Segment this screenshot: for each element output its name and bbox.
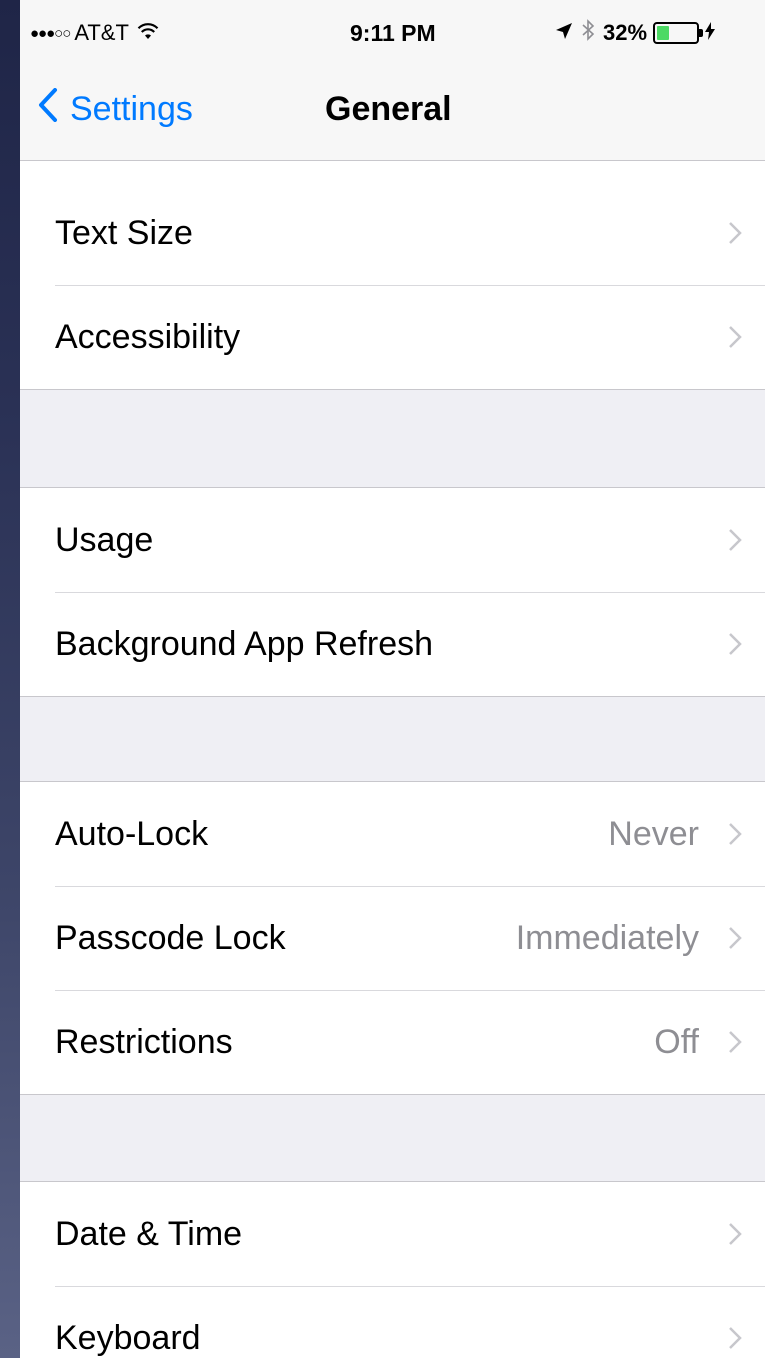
signal-dots-icon: ●●●○○ (30, 24, 71, 42)
navigation-bar: Settings General (20, 62, 765, 161)
row-text-size[interactable]: Text Size (20, 181, 765, 285)
page-title: General (325, 90, 452, 128)
row-passcode-lock[interactable]: Passcode Lock Immediately (20, 886, 765, 990)
row-label: Usage (55, 520, 154, 559)
chevron-right-icon (729, 823, 742, 845)
settings-list: Text Size Accessibility Usage Background… (20, 161, 765, 1358)
charging-bolt-icon (705, 20, 716, 46)
settings-group-datetime: Date & Time Keyboard (20, 1181, 765, 1358)
row-label: Text Size (55, 213, 193, 252)
chevron-right-icon (729, 529, 742, 551)
row-label: Accessibility (55, 317, 241, 356)
phone-screen: ●●●○○ AT&T 9:11 PM 32% Settings General … (20, 0, 765, 1358)
row-value: Off (654, 1022, 699, 1061)
settings-group-usage: Usage Background App Refresh (20, 487, 765, 697)
row-label: Restrictions (55, 1022, 233, 1061)
chevron-right-icon (729, 326, 742, 348)
partial-row (20, 161, 765, 181)
battery-icon (653, 22, 704, 44)
status-time: 9:11 PM (350, 20, 436, 46)
carrier-group: ●●●○○ AT&T (30, 20, 159, 46)
bluetooth-icon (581, 19, 595, 47)
row-background-app-refresh[interactable]: Background App Refresh (20, 592, 765, 696)
back-chevron-icon (38, 88, 58, 131)
battery-percent: 32% (603, 20, 648, 45)
chevron-right-icon (729, 1327, 742, 1349)
chevron-right-icon (729, 1031, 742, 1053)
settings-group-lock: Auto-Lock Never Passcode Lock Immediatel… (20, 781, 765, 1095)
carrier-name: AT&T (74, 20, 129, 45)
wifi-icon (137, 20, 159, 46)
back-button[interactable]: Settings (38, 88, 193, 131)
row-label: Date & Time (55, 1214, 243, 1253)
row-label: Passcode Lock (55, 918, 286, 957)
chevron-right-icon (729, 1223, 742, 1245)
battery-fill (657, 26, 670, 40)
row-label: Keyboard (55, 1318, 201, 1357)
row-auto-lock[interactable]: Auto-Lock Never (20, 782, 765, 886)
location-arrow-icon (555, 20, 573, 46)
row-value: Immediately (515, 918, 699, 957)
settings-group-display: Text Size Accessibility (20, 161, 765, 390)
chevron-right-icon (729, 927, 742, 949)
row-value: Never (608, 814, 699, 853)
row-label: Background App Refresh (55, 624, 434, 663)
chevron-right-icon (729, 222, 742, 244)
row-usage[interactable]: Usage (20, 488, 765, 592)
row-restrictions[interactable]: Restrictions Off (20, 990, 765, 1094)
row-label: Auto-Lock (55, 814, 209, 853)
battery-nub (699, 29, 704, 37)
back-label: Settings (70, 90, 193, 128)
row-date-time[interactable]: Date & Time (20, 1182, 765, 1286)
status-bar: ●●●○○ AT&T 9:11 PM 32% (20, 0, 765, 62)
chevron-right-icon (729, 633, 742, 655)
row-accessibility[interactable]: Accessibility (20, 285, 765, 389)
row-keyboard[interactable]: Keyboard (20, 1286, 765, 1358)
status-right-group: 32% (555, 19, 716, 47)
